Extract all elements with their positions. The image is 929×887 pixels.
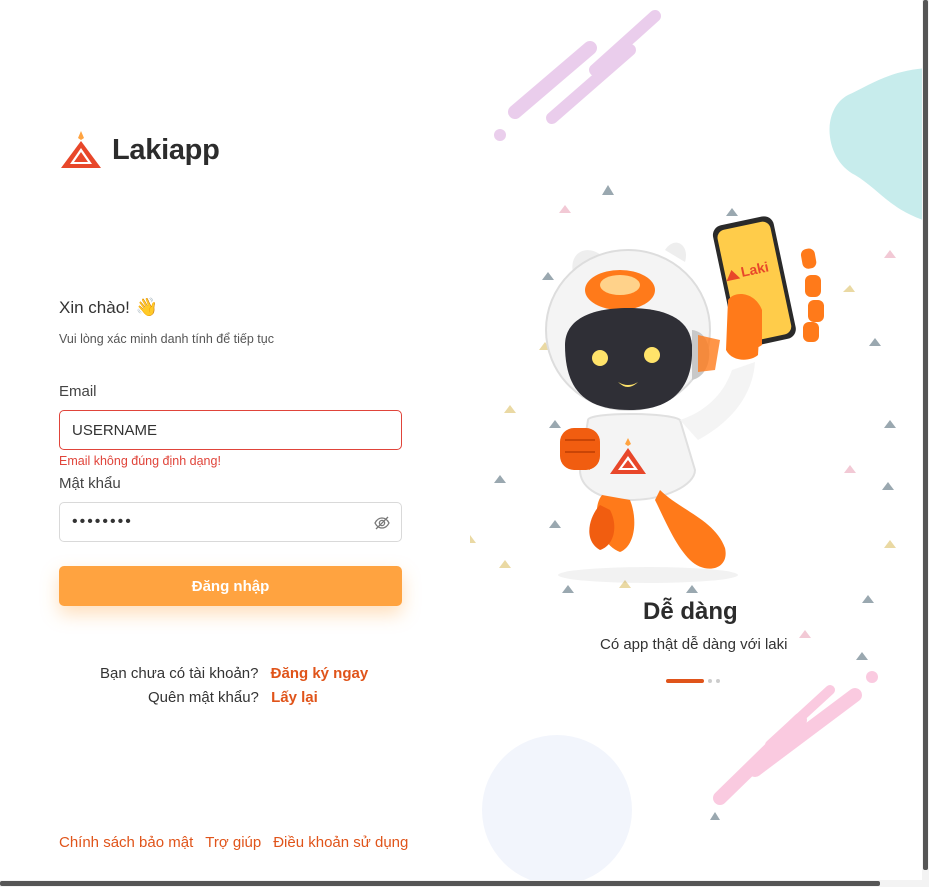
signup-row: Bạn chưa có tài khoản? Đăng ký ngay bbox=[100, 665, 368, 682]
horizontal-scrollbar[interactable] bbox=[0, 880, 929, 887]
hide-password-icon[interactable] bbox=[373, 514, 391, 532]
vertical-scrollbar[interactable] bbox=[922, 0, 929, 880]
password-field[interactable]: •••••••• bbox=[59, 502, 402, 542]
lakiapp-logo-icon bbox=[61, 131, 101, 168]
recover-password-link[interactable]: Lấy lại bbox=[271, 689, 318, 706]
carousel-indicators bbox=[666, 679, 720, 683]
carousel-dot[interactable] bbox=[708, 679, 712, 683]
privacy-policy-link[interactable]: Chính sách bảo mật bbox=[59, 834, 193, 851]
waving-hand-icon: 👋 bbox=[135, 297, 159, 317]
brand-name: Lakiapp bbox=[112, 133, 220, 166]
carousel-title: Dễ dàng bbox=[643, 598, 738, 625]
carousel-dot-active[interactable] bbox=[666, 679, 704, 683]
terms-of-use-link[interactable]: Điều khoản sử dụng bbox=[273, 834, 408, 851]
help-link[interactable]: Trợ giúp bbox=[205, 834, 261, 851]
decor-streaks-bottom bbox=[713, 671, 878, 805]
footer-links: Chính sách bảo mật Trợ giúp Điều khoản s… bbox=[59, 834, 408, 851]
greeting-text: Xin chào! bbox=[59, 297, 130, 317]
login-button[interactable]: Đăng nhập bbox=[59, 566, 402, 606]
carousel-subtitle: Có app thật dễ dàng với laki bbox=[600, 636, 788, 653]
email-label: Email bbox=[59, 383, 97, 400]
vertical-scrollbar-thumb[interactable] bbox=[923, 0, 928, 870]
robot-mascot: Laki bbox=[545, 216, 824, 583]
email-error-message: Email không đúng định dạng! bbox=[59, 454, 221, 468]
password-label: Mật khẩu bbox=[59, 475, 121, 492]
carousel-dot[interactable] bbox=[716, 679, 720, 683]
carousel-illustration: Laki bbox=[470, 10, 929, 880]
login-subtitle: Vui lòng xác minh danh tính để tiếp tục bbox=[59, 332, 274, 346]
signup-link[interactable]: Đăng ký ngay bbox=[271, 665, 369, 682]
decor-teal-blob bbox=[829, 68, 929, 222]
horizontal-scrollbar-thumb[interactable] bbox=[0, 881, 880, 886]
email-value: USERNAME bbox=[72, 421, 158, 439]
email-field[interactable]: USERNAME bbox=[59, 410, 402, 450]
forgot-prompt: Quên mật khẩu? bbox=[148, 689, 259, 706]
forgot-password-row: Quên mật khẩu? Lấy lại bbox=[148, 689, 318, 706]
decor-light-circle bbox=[482, 735, 632, 880]
decor-streaks-top bbox=[494, 10, 661, 141]
greeting: Xin chào! 👋 bbox=[59, 297, 158, 318]
brand-logo: Lakiapp bbox=[60, 131, 220, 169]
signup-prompt: Bạn chưa có tài khoản? bbox=[100, 665, 259, 682]
password-value: •••••••• bbox=[72, 513, 133, 530]
